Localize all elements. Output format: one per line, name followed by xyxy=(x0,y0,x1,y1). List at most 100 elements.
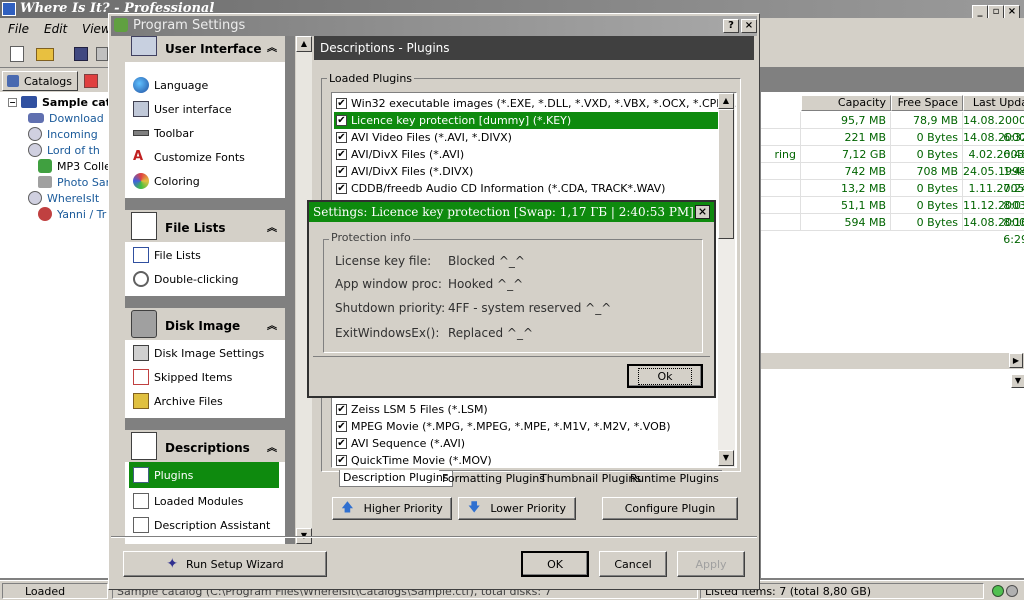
licence-settings-popup: Settings: Licence key protection [Swap: … xyxy=(307,200,716,398)
plugin-checkbox[interactable]: ✔ xyxy=(336,98,347,109)
tree-item[interactable]: WhereIsIt xyxy=(28,190,99,206)
tree-item[interactable]: MP3 Colle xyxy=(38,158,111,174)
minimize-icon[interactable]: _ xyxy=(972,5,988,19)
plugin-row[interactable]: ✔ QuickTime Movie (*.MOV) xyxy=(334,452,720,467)
plugin-checkbox[interactable]: ✔ xyxy=(336,455,347,466)
nav-item-loaded-modules[interactable]: Loaded Modules xyxy=(129,490,279,512)
run-setup-wizard-button[interactable]: ✦ Run Setup Wizard xyxy=(123,551,327,577)
cell-last-updated: 24.05.1998, 7:24 xyxy=(963,163,1024,195)
plugin-list-scrollbar[interactable]: ▲ ▼ xyxy=(718,93,735,467)
plugin-row[interactable]: ✔ AVI Sequence (*.AVI) xyxy=(334,435,720,452)
tab-formatting-plugins[interactable]: Formatting Plugins xyxy=(439,470,548,487)
higher-priority-button[interactable]: 🡅 Higher Priority xyxy=(332,497,452,520)
tree-root[interactable]: − Sample cat xyxy=(8,94,111,110)
print-icon[interactable] xyxy=(96,47,108,61)
tree-item[interactable]: Download xyxy=(28,110,104,126)
plugin-checkbox[interactable]: ✔ xyxy=(336,183,347,194)
nav-label: Double-clicking xyxy=(154,272,239,286)
tab-description-plugins[interactable]: Description Plugins xyxy=(339,470,453,487)
tree-item[interactable]: Yanni / Tr xyxy=(38,206,106,222)
plugin-row[interactable]: ✔ Zeiss LSM 5 Files (*.LSM) xyxy=(334,401,720,418)
ok-button[interactable]: OK xyxy=(521,551,589,577)
collapse-chevron-icon[interactable]: ︽ xyxy=(267,39,277,54)
cancel-button[interactable]: Cancel xyxy=(599,551,667,577)
nav-item-description-assistant[interactable]: Description Assistant xyxy=(129,514,279,536)
plugin-row[interactable]: ✔ Win32 executable images (*.EXE, *.DLL, … xyxy=(334,95,736,112)
group-user-interface[interactable]: User Interface ︽ xyxy=(125,36,285,62)
nav-item-coloring[interactable]: Coloring xyxy=(129,170,279,192)
nav-label: Coloring xyxy=(154,174,200,188)
col-free-space[interactable]: Free Space xyxy=(891,95,963,111)
plugin-checkbox[interactable]: ✔ xyxy=(336,404,347,415)
scroll-right-icon[interactable]: ▶ xyxy=(1009,353,1023,368)
plugin-icon xyxy=(133,467,149,483)
col-last-updated[interactable]: Last Upda xyxy=(963,95,1024,111)
close-icon[interactable]: × xyxy=(1004,5,1020,19)
cell-last-updated: 14.08.2000, 6:29 xyxy=(963,214,1024,246)
info-value: Blocked ^_^ xyxy=(448,254,525,268)
settings-nav: User Interface ︽ Language User interface… xyxy=(125,36,295,544)
plugin-checkbox[interactable]: ✔ xyxy=(336,149,347,160)
plugin-row[interactable]: ✔ CDDB/freedb Audio CD Information (*.CDA… xyxy=(334,180,720,197)
tree-item[interactable]: Incoming xyxy=(28,126,98,142)
nav-item-file-lists[interactable]: File Lists xyxy=(129,244,279,266)
plugin-row[interactable]: ✔ AVI/DivX Files (*.DIVX) xyxy=(334,163,720,180)
configure-plugin-button[interactable]: Configure Plugin xyxy=(602,497,738,520)
disk-list: Capacity Free Space Last Upda 95,7 MB 78,… xyxy=(760,92,1024,578)
dialog-close-icon[interactable]: × xyxy=(741,19,757,33)
search-tab-icon[interactable] xyxy=(84,74,98,88)
nav-item-double-clicking[interactable]: Double-clicking xyxy=(129,268,279,290)
plugin-checkbox[interactable]: ✔ xyxy=(336,132,347,143)
help-icon[interactable]: ? xyxy=(723,19,739,33)
collapse-icon[interactable]: − xyxy=(8,97,17,107)
menu-file[interactable]: File xyxy=(8,22,29,36)
plugin-row[interactable]: ✔ MPEG Movie (*.MPG, *.MPEG, *.MPE, *.M1V… xyxy=(334,418,720,435)
col-capacity[interactable]: Capacity xyxy=(801,95,891,111)
horizontal-scrollbar[interactable]: ▶ xyxy=(761,353,1024,369)
group-file-lists[interactable]: File Lists ︽ xyxy=(125,210,285,242)
collapse-chevron-icon[interactable]: ︽ xyxy=(267,317,277,332)
tree-item[interactable]: Lord of th xyxy=(28,142,100,158)
apply-button[interactable]: Apply xyxy=(677,551,745,577)
cd-icon xyxy=(38,207,52,221)
tab-catalogs[interactable]: Catalogs xyxy=(2,71,78,91)
plugin-checkbox[interactable]: ✔ xyxy=(336,115,347,126)
group-disk-image[interactable]: Disk Image ︽ xyxy=(125,308,285,340)
plugin-checkbox[interactable]: ✔ xyxy=(336,421,347,432)
window-icon xyxy=(133,101,149,117)
nav-item-archive-files[interactable]: Archive Files xyxy=(129,390,279,412)
menu-view[interactable]: View xyxy=(82,22,111,36)
plugin-checkbox[interactable]: ✔ xyxy=(336,438,347,449)
plugin-row[interactable]: ✔ AVI Video Files (*.AVI, *.DIVX) xyxy=(334,129,720,146)
nav-item-customize-fonts[interactable]: A Customize Fonts xyxy=(129,146,279,168)
popup-ok-button[interactable]: Ok xyxy=(627,364,703,388)
nav-item-user-interface[interactable]: User interface xyxy=(129,98,279,120)
open-folder-icon[interactable] xyxy=(36,48,54,61)
plugin-checkbox[interactable]: ✔ xyxy=(336,166,347,177)
scroll-down-icon[interactable]: ▼ xyxy=(718,450,734,466)
scroll-up-icon[interactable]: ▲ xyxy=(718,93,734,109)
new-icon[interactable] xyxy=(10,46,24,62)
collapse-chevron-icon[interactable]: ︽ xyxy=(267,439,277,454)
scroll-down-icon[interactable]: ▼ xyxy=(1011,374,1024,388)
plugin-row[interactable]: ✔ AVI/DivX Files (*.AVI) xyxy=(334,146,720,163)
tree-item[interactable]: Photo Sam xyxy=(38,174,116,190)
nav-item-plugins[interactable]: Plugins xyxy=(129,462,279,488)
lower-priority-button[interactable]: 🡇 Lower Priority xyxy=(458,497,576,520)
popup-close-icon[interactable]: × xyxy=(695,205,710,219)
group-descriptions[interactable]: Descriptions ︽ xyxy=(125,430,285,462)
nav-item-disk-image-settings[interactable]: Disk Image Settings xyxy=(129,342,279,364)
scroll-up-icon[interactable]: ▲ xyxy=(296,36,312,52)
scroll-thumb[interactable] xyxy=(718,109,734,239)
nav-item-toolbar[interactable]: Toolbar xyxy=(129,122,279,144)
restore-icon[interactable]: ▫ xyxy=(988,5,1004,19)
nav-item-skipped-items[interactable]: Skipped Items xyxy=(129,366,279,388)
cell-label: ring xyxy=(761,146,801,163)
tab-runtime-plugins[interactable]: Runtime Plugins xyxy=(627,470,722,487)
collapse-chevron-icon[interactable]: ︽ xyxy=(267,219,277,234)
nav-item-language[interactable]: Language xyxy=(129,74,279,96)
plugin-row-selected[interactable]: ✔ Licence key protection [dummy] (*.KEY) xyxy=(334,112,720,129)
save-icon[interactable] xyxy=(74,47,88,61)
menu-edit[interactable]: Edit xyxy=(44,22,67,36)
tree-item-label: WhereIsIt xyxy=(47,191,100,205)
